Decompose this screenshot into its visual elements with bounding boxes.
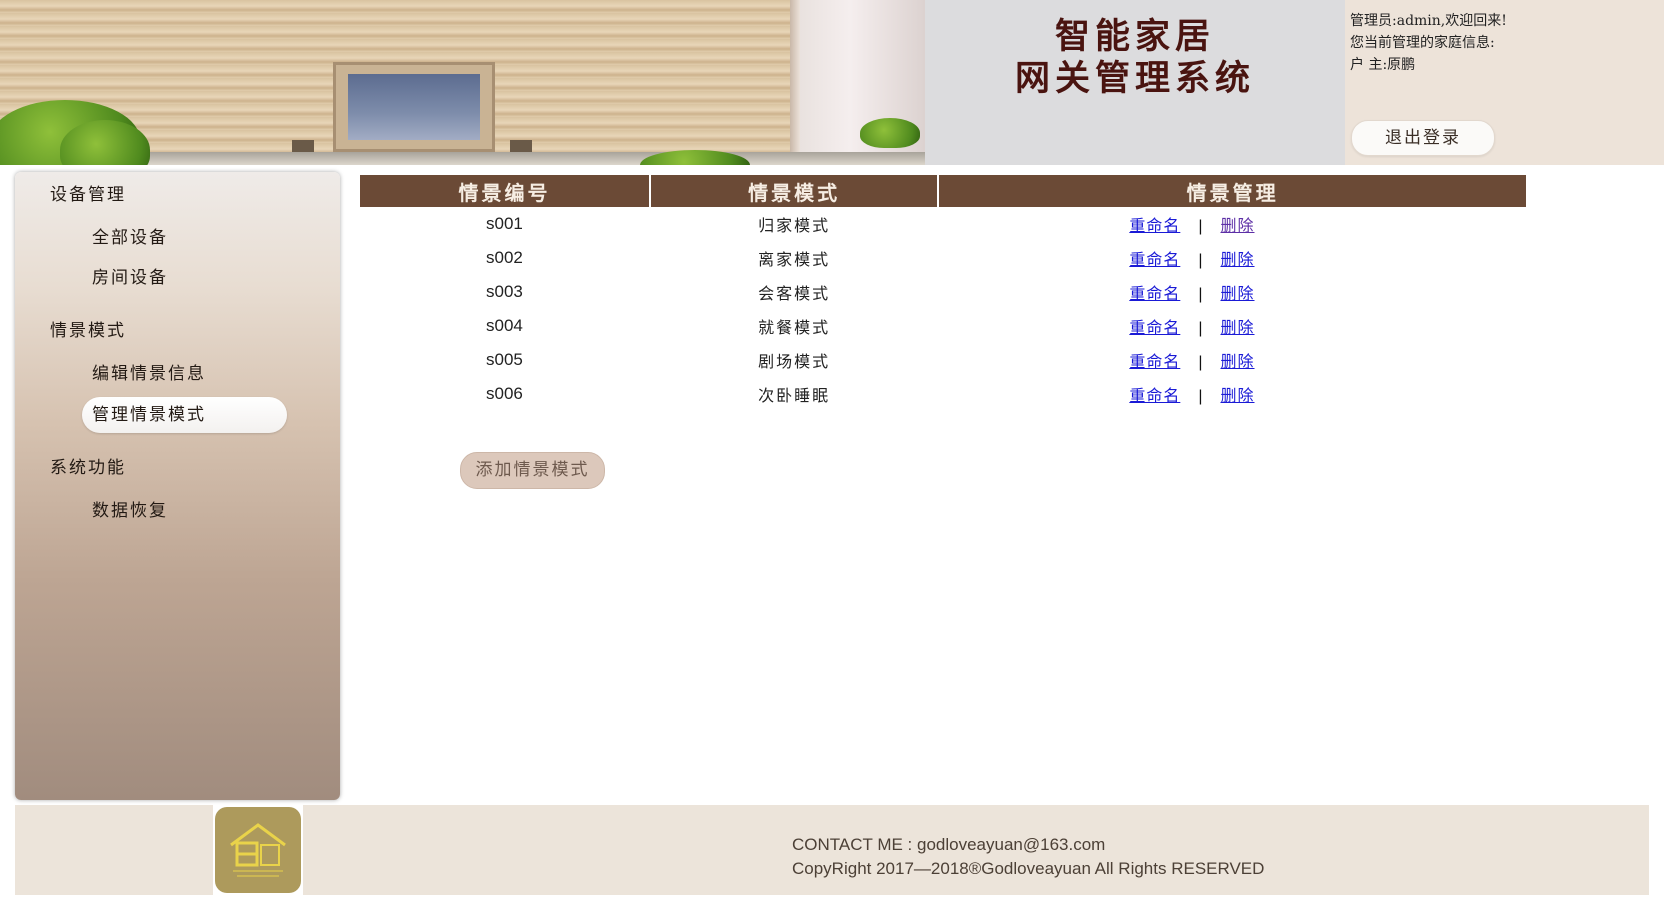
plant-right [860, 118, 920, 148]
scene-name-cell: 归家模式 [758, 216, 831, 235]
scene-actions-cell: 重命名 | 删除 [939, 309, 1526, 343]
tv-image [333, 62, 495, 152]
table-row: s003 会客模式 重命名 | 删除 [360, 275, 1526, 309]
scene-actions-cell: 重命名 | 删除 [939, 377, 1526, 411]
family-info-label: 您当前管理的家庭信息: [1350, 35, 1495, 51]
table-row: s005 剧场模式 重命名 | 删除 [360, 343, 1526, 377]
menu-item-edit-scene-info[interactable]: 编辑情景信息 [82, 356, 287, 392]
table-row: s006 次卧睡眠 重命名 | 删除 [360, 377, 1526, 411]
scene-name-cell: 剧场模式 [758, 352, 831, 371]
footer: CONTACT ME : godloveayuan@163.com CopyRi… [15, 805, 1649, 895]
footer-contact: CONTACT ME : godloveayuan@163.com [792, 835, 1106, 854]
table-row: s004 就餐模式 重命名 | 删除 [360, 309, 1526, 343]
scene-table-container: 情景编号 情景模式 情景管理 s001 归家模式 重命名 | 删除 s002 离家模… [358, 175, 1528, 411]
delete-link[interactable]: 删除 [1220, 284, 1254, 303]
scene-actions-cell: 重命名 | 删除 [939, 241, 1526, 275]
action-separator: | [1198, 218, 1203, 235]
delete-link[interactable]: 删除 [1220, 216, 1254, 235]
delete-link[interactable]: 删除 [1220, 318, 1254, 337]
scene-actions-cell: 重命名 | 删除 [939, 275, 1526, 309]
table-header-row: 情景编号 情景模式 情景管理 [360, 175, 1526, 207]
scene-id-cell: s006 [486, 384, 523, 403]
user-info-panel: 管理员:admin,欢迎回来! 您当前管理的家庭信息: 户 主:原鹏 退出登录 [1345, 0, 1664, 165]
action-separator: | [1198, 252, 1203, 269]
scene-id-cell: s004 [486, 316, 523, 335]
menu-item-room-devices[interactable]: 房间设备 [82, 260, 287, 296]
scene-name-cell: 次卧睡眠 [758, 386, 831, 405]
scene-id-cell: s002 [486, 248, 523, 267]
action-separator: | [1198, 286, 1203, 303]
menu-item-manage-scene-mode[interactable]: 管理情景模式 [82, 397, 287, 433]
column-header-scene-id: 情景编号 [360, 175, 649, 207]
delete-link[interactable]: 删除 [1220, 352, 1254, 371]
action-separator: | [1198, 354, 1203, 371]
action-separator: | [1198, 320, 1203, 337]
brand-logo [213, 805, 303, 895]
footer-copyright: CopyRight 2017—2018®Godloveayuan All Rig… [792, 859, 1265, 878]
menu-item-all-devices[interactable]: 全部设备 [82, 220, 287, 256]
scene-name-cell: 离家模式 [758, 250, 831, 269]
rename-link[interactable]: 重命名 [1129, 250, 1180, 269]
sidebar: 设备管理 全部设备 房间设备 情景模式 编辑情景信息 管理情景模式 系统功能 数… [15, 172, 340, 800]
admin-welcome-text: 管理员:admin,欢迎回来! [1350, 13, 1507, 29]
delete-link[interactable]: 删除 [1220, 250, 1254, 269]
rename-link[interactable]: 重命名 [1129, 284, 1180, 303]
delete-link[interactable]: 删除 [1220, 386, 1254, 405]
scene-name-cell: 就餐模式 [758, 318, 831, 337]
house-logo-icon [230, 823, 286, 877]
app-title: 智能家居 网关管理系统 [925, 0, 1345, 100]
table-row: s001 归家模式 重命名 | 删除 [360, 207, 1526, 241]
action-separator: | [1198, 388, 1203, 405]
logout-button[interactable]: 退出登录 [1351, 120, 1495, 156]
rename-link[interactable]: 重命名 [1129, 318, 1180, 337]
app-title-line1: 智能家居 [1054, 16, 1215, 57]
banner-title-box: 智能家居 网关管理系统 [925, 0, 1345, 165]
menu-item-data-recovery[interactable]: 数据恢复 [82, 493, 287, 529]
scene-id-cell: s003 [486, 282, 523, 301]
rename-link[interactable]: 重命名 [1129, 216, 1180, 235]
table-row: s002 离家模式 重命名 | 删除 [360, 241, 1526, 275]
menu-group-system-functions[interactable]: 系统功能 [50, 453, 126, 478]
scene-id-cell: s005 [486, 350, 523, 369]
column-header-scene-management: 情景管理 [939, 175, 1526, 207]
menu-group-device-management[interactable]: 设备管理 [50, 180, 126, 205]
scene-name-cell: 会客模式 [758, 284, 831, 303]
column-header-scene-mode: 情景模式 [650, 175, 938, 207]
banner-image [0, 0, 925, 165]
rename-link[interactable]: 重命名 [1129, 386, 1180, 405]
footer-text: CONTACT ME : godloveayuan@163.com CopyRi… [792, 833, 1264, 881]
scene-actions-cell: 重命名 | 删除 [939, 343, 1526, 377]
rename-link[interactable]: 重命名 [1129, 352, 1180, 371]
scene-table: 情景编号 情景模式 情景管理 s001 归家模式 重命名 | 删除 s002 离家模… [358, 175, 1528, 411]
scene-id-cell: s001 [486, 214, 523, 233]
add-scene-mode-button[interactable]: 添加情景模式 [460, 452, 605, 489]
menu-group-scene-mode[interactable]: 情景模式 [50, 316, 126, 341]
owner-info-text: 户 主:原鹏 [1350, 57, 1416, 73]
header: 智能家居 网关管理系统 管理员:admin,欢迎回来! 您当前管理的家庭信息: … [0, 0, 1664, 165]
app-title-line2: 网关管理系统 [1014, 58, 1255, 99]
scene-actions-cell: 重命名 | 删除 [939, 207, 1526, 241]
